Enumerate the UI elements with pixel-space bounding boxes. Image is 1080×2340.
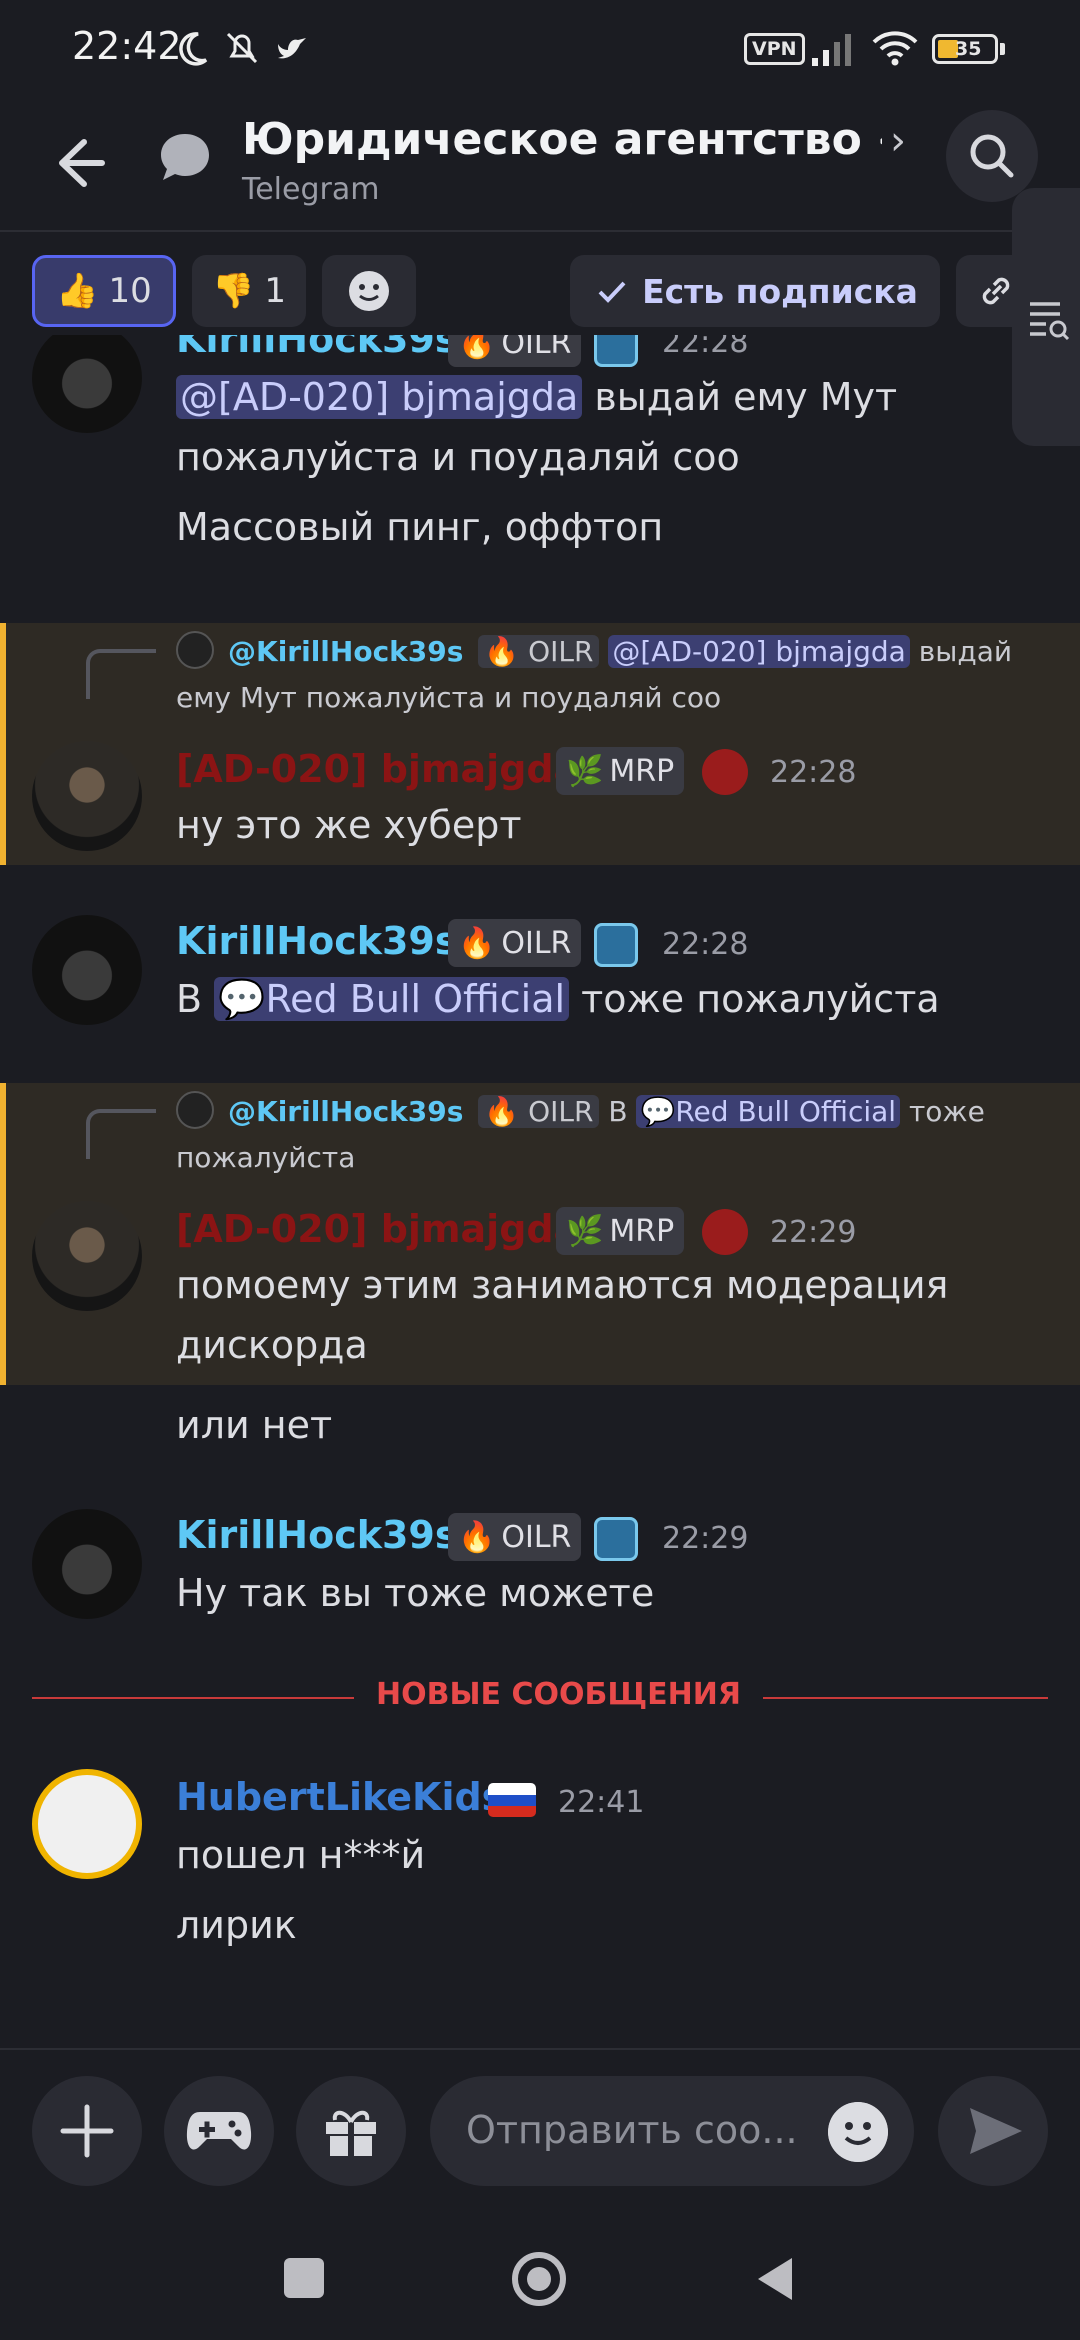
gift-button[interactable] — [296, 2076, 406, 2186]
leaf-icon: 🌿 — [566, 1213, 604, 1249]
reply-preview-line: ему Мут пожалуйста и поудаляй соо — [176, 681, 722, 714]
recent-apps-icon[interactable] — [284, 2258, 324, 2298]
smiley-icon — [349, 271, 389, 311]
thumbs-up-icon: 👍 — [56, 271, 99, 311]
timestamp: 22:28 — [770, 755, 857, 790]
gift-icon — [326, 2110, 376, 2156]
avatar[interactable] — [32, 1769, 142, 1879]
search-icon — [970, 134, 1014, 178]
bird-icon — [278, 38, 306, 59]
dislike-reaction[interactable]: 👎 1 — [192, 255, 306, 327]
role-badge: 🌿 MRP — [556, 1207, 685, 1255]
avatar[interactable] — [32, 1509, 142, 1619]
author-name[interactable]: [AD-020] bjmajgda — [176, 747, 579, 791]
fire-icon: 🔥 — [458, 925, 496, 961]
russia-flag-icon — [488, 1783, 536, 1817]
reactions-row: 👍 10 👎 1 Есть подписка — [0, 255, 1080, 335]
leaf-icon: 🌿 — [566, 753, 604, 789]
timestamp: 22:29 — [770, 1215, 857, 1250]
back-nav-icon[interactable] — [752, 2254, 796, 2304]
checkmark-icon — [598, 281, 626, 303]
link-icon — [982, 277, 1010, 305]
author-name[interactable]: KirillHock39s — [176, 919, 458, 963]
avatar[interactable] — [32, 335, 142, 433]
hammer-icon — [702, 749, 748, 795]
moon-icon — [179, 32, 208, 66]
message-input-placeholder: Отправить соо... — [466, 2108, 798, 2152]
reply-preview[interactable]: @KirillHock39s 🔥 OILR В 💬Red Bull Offici… — [228, 1095, 985, 1128]
channel-header: Юридическое агентство «... › Telegram — [0, 100, 1080, 230]
page-title[interactable]: Юридическое агентство «... — [242, 114, 882, 165]
subscription-tag[interactable]: Есть подписка — [570, 255, 940, 327]
avatar[interactable] — [32, 741, 142, 851]
send-button[interactable] — [938, 2076, 1048, 2186]
thumbs-down-icon: 👎 — [212, 271, 255, 311]
message-input[interactable]: Отправить соо... — [430, 2076, 914, 2186]
message-text: В 💬Red Bull Official тоже пожалуйста — [176, 977, 940, 1021]
fire-icon: 🔥 — [458, 1519, 496, 1555]
page-subtitle: Telegram — [242, 172, 380, 207]
battery-icon: 35 — [932, 34, 998, 64]
timestamp: 22:28 — [662, 927, 749, 962]
gem-icon — [594, 1517, 638, 1561]
message-text: Массовый пинг, оффтоп — [176, 505, 664, 549]
message-text: Ну так вы тоже можете — [176, 1571, 655, 1615]
search-button[interactable] — [946, 110, 1038, 202]
timestamp: 22:41 — [558, 1785, 645, 1820]
avatar[interactable] — [32, 1201, 142, 1311]
message-text: @[AD-020] bjmajgda выдай ему Мут — [176, 375, 897, 419]
avatar[interactable] — [32, 915, 142, 1025]
highlighted-message[interactable]: @KirillHock39s 🔥 OILR @[AD-020] bjmajgda… — [0, 623, 1080, 865]
channel-mention[interactable]: 💬Red Bull Official — [214, 977, 570, 1021]
gem-icon — [594, 335, 638, 367]
author-name[interactable]: HubertLikeKids — [176, 1775, 504, 1819]
add-reaction-button[interactable] — [322, 255, 416, 327]
back-arrow-icon[interactable] — [44, 128, 114, 198]
message-text: лирик — [176, 1903, 297, 1947]
role-badge: 🔥 OILR — [448, 919, 582, 967]
role-badge: 🔥 OILR — [448, 1513, 582, 1561]
wifi-icon — [872, 31, 918, 66]
fire-icon: 🔥 — [458, 335, 496, 361]
signal-icon — [812, 34, 851, 66]
emoji-picker-icon[interactable] — [828, 2102, 888, 2162]
header-divider — [0, 230, 1080, 232]
gem-icon — [594, 923, 638, 967]
hammer-icon — [702, 1209, 748, 1255]
home-icon[interactable] — [512, 2252, 566, 2306]
forum-channel-icon — [161, 134, 209, 180]
timestamp: 22:29 — [662, 1521, 749, 1556]
gamepad-icon — [186, 2112, 252, 2150]
author-name[interactable]: [AD-020] bjmajgda — [176, 1207, 579, 1251]
clock: 22:42 — [72, 24, 182, 68]
message-text: помоему этим занимаются модерация — [176, 1263, 949, 1307]
role-badge: 🌿 MRP — [556, 747, 685, 795]
system-navbar — [0, 2218, 1080, 2340]
activities-button[interactable] — [164, 2076, 274, 2186]
timestamp: 22:28 — [662, 335, 749, 360]
author-name[interactable]: KirillHock39s — [176, 335, 458, 361]
like-reaction[interactable]: 👍 10 — [32, 255, 176, 327]
vpn-badge: VPN — [744, 33, 805, 65]
user-mention[interactable]: @[AD-020] bjmajgda — [176, 375, 583, 419]
message-composer: Отправить соо... — [0, 2048, 1080, 2218]
reply-preview[interactable]: @KirillHock39s 🔥 OILR @[AD-020] bjmajgda… — [228, 635, 1012, 668]
plus-icon — [60, 2104, 114, 2158]
role-badge: 🔥 OILR — [448, 335, 582, 367]
message-text: пожалуйста и поудаляй соо — [176, 435, 740, 479]
attach-button[interactable] — [32, 2076, 142, 2186]
muted-bell-icon — [226, 32, 258, 64]
message-list[interactable]: KirillHock39s 🔥 OILR 22:28 @[AD-020] bjma… — [0, 335, 1080, 2045]
chevron-right-icon[interactable]: › — [890, 118, 906, 164]
highlighted-message[interactable]: @KirillHock39s 🔥 OILR В 💬Red Bull Offici… — [0, 1083, 1080, 1385]
status-bar: 22:42 VPN 35 — [0, 0, 1080, 100]
send-icon — [970, 2108, 1022, 2154]
message-text: ну это же хуберт — [176, 803, 522, 847]
author-name[interactable]: KirillHock39s — [176, 1513, 458, 1557]
message-text: дискорда — [176, 1323, 368, 1367]
reply-preview-line: пожалуйста — [176, 1141, 356, 1174]
message-text: или нет — [176, 1403, 333, 1447]
new-messages-label: НОВЫЕ СООБЩЕНИЯ — [354, 1677, 763, 1712]
message-text: пошел н***й — [176, 1833, 426, 1877]
